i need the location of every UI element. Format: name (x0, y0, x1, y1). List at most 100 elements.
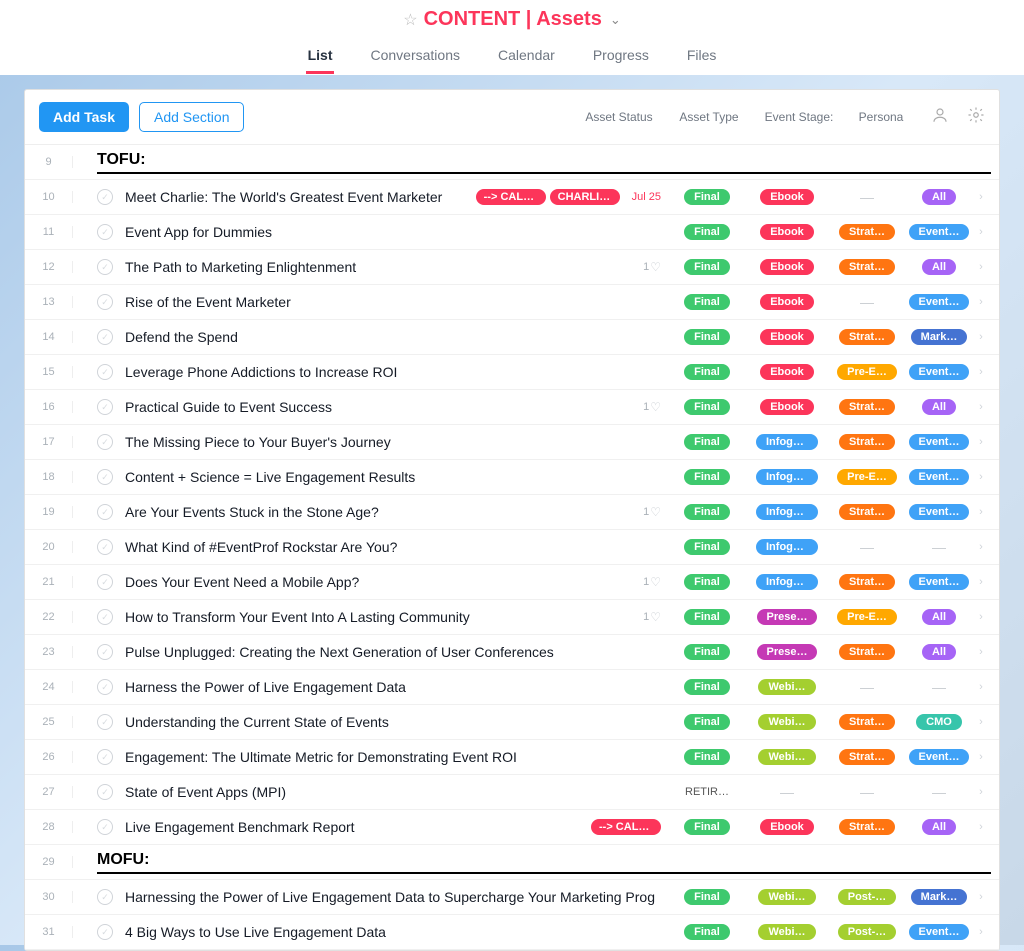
like-count[interactable]: 1♡ (643, 260, 661, 274)
task-name[interactable]: Meet Charlie: The World's Greatest Event… (125, 189, 476, 205)
asset-status-cell[interactable]: Final (667, 259, 747, 275)
event-stage-cell[interactable]: Strat… (827, 504, 907, 520)
event-stage-cell[interactable]: Pre-E… (827, 364, 907, 380)
persona-cell[interactable]: Event… (907, 364, 971, 380)
complete-check-icon[interactable] (97, 819, 113, 835)
section-label[interactable]: TOFU: (97, 151, 991, 174)
row-detail-caret-icon[interactable]: › (971, 751, 991, 763)
task-tag[interactable]: CHARLIE … (550, 189, 620, 205)
task-row[interactable]: 10Meet Charlie: The World's Greatest Eve… (25, 180, 999, 215)
row-detail-caret-icon[interactable]: › (971, 646, 991, 658)
persona-cell[interactable]: — (907, 679, 971, 695)
event-stage-cell[interactable]: Strat… (827, 329, 907, 345)
tab-files[interactable]: Files (685, 41, 719, 74)
like-count[interactable]: 1♡ (643, 575, 661, 589)
event-stage-cell[interactable]: — (827, 189, 907, 205)
asset-status-cell[interactable]: Final (667, 609, 747, 625)
persona-cell[interactable]: Event… (907, 924, 971, 940)
persona-cell[interactable]: Event… (907, 749, 971, 765)
add-task-button[interactable]: Add Task (39, 102, 129, 132)
asset-status-cell[interactable]: Final (667, 749, 747, 765)
task-row[interactable]: 19Are Your Events Stuck in the Stone Age… (25, 495, 999, 530)
complete-check-icon[interactable] (97, 889, 113, 905)
asset-type-cell[interactable]: Webi… (747, 714, 827, 730)
task-row[interactable]: 28Live Engagement Benchmark Report--> CA… (25, 810, 999, 845)
row-detail-caret-icon[interactable]: › (971, 401, 991, 413)
add-section-button[interactable]: Add Section (139, 102, 245, 132)
event-stage-cell[interactable]: Strat… (827, 749, 907, 765)
row-detail-caret-icon[interactable]: › (971, 296, 991, 308)
row-detail-caret-icon[interactable]: › (971, 436, 991, 448)
due-date[interactable]: Jul 25 (632, 191, 661, 203)
task-row[interactable]: 22How to Transform Your Event Into A Las… (25, 600, 999, 635)
task-row[interactable]: 26Engagement: The Ultimate Metric for De… (25, 740, 999, 775)
complete-check-icon[interactable] (97, 924, 113, 940)
complete-check-icon[interactable] (97, 434, 113, 450)
asset-type-cell[interactable]: Prese… (747, 609, 827, 625)
row-detail-caret-icon[interactable]: › (971, 541, 991, 553)
event-stage-cell[interactable]: Post-… (827, 924, 907, 940)
persona-cell[interactable]: All (907, 819, 971, 835)
asset-type-cell[interactable]: Ebook (747, 259, 827, 275)
persona-cell[interactable]: Event… (907, 574, 971, 590)
asset-status-cell[interactable]: Final (667, 819, 747, 835)
persona-cell[interactable]: All (907, 189, 971, 205)
task-name[interactable]: Pulse Unplugged: Creating the Next Gener… (125, 644, 667, 660)
persona-cell[interactable]: — (907, 539, 971, 555)
settings-gear-icon[interactable] (967, 106, 985, 129)
row-detail-caret-icon[interactable]: › (971, 331, 991, 343)
complete-check-icon[interactable] (97, 574, 113, 590)
asset-status-cell[interactable]: Final (667, 574, 747, 590)
row-detail-caret-icon[interactable]: › (971, 506, 991, 518)
persona-cell[interactable]: — (907, 784, 971, 800)
asset-type-cell[interactable]: Ebook (747, 224, 827, 240)
complete-check-icon[interactable] (97, 364, 113, 380)
row-detail-caret-icon[interactable]: › (971, 891, 991, 903)
task-row[interactable]: 27State of Event Apps (MPI)RETIR…———› (25, 775, 999, 810)
asset-type-cell[interactable]: Infogr… (747, 574, 827, 590)
asset-status-cell[interactable]: RETIR… (667, 786, 747, 798)
complete-check-icon[interactable] (97, 399, 113, 415)
asset-type-cell[interactable]: Infogr… (747, 434, 827, 450)
event-stage-cell[interactable]: Strat… (827, 224, 907, 240)
task-name[interactable]: The Missing Piece to Your Buyer's Journe… (125, 434, 667, 450)
asset-status-cell[interactable]: Final (667, 539, 747, 555)
row-detail-caret-icon[interactable]: › (971, 261, 991, 273)
row-detail-caret-icon[interactable]: › (971, 926, 991, 938)
row-detail-caret-icon[interactable]: › (971, 716, 991, 728)
asset-status-cell[interactable]: Final (667, 329, 747, 345)
favorite-star-icon[interactable]: ☆ (403, 10, 417, 30)
task-row[interactable]: 25Understanding the Current State of Eve… (25, 705, 999, 740)
row-detail-caret-icon[interactable]: › (971, 191, 991, 203)
asset-type-cell[interactable]: Ebook (747, 819, 827, 835)
complete-check-icon[interactable] (97, 784, 113, 800)
complete-check-icon[interactable] (97, 469, 113, 485)
complete-check-icon[interactable] (97, 609, 113, 625)
row-detail-caret-icon[interactable]: › (971, 611, 991, 623)
task-name[interactable]: Defend the Spend (125, 329, 667, 345)
like-count[interactable]: 1♡ (643, 610, 661, 624)
persona-cell[interactable]: All (907, 259, 971, 275)
task-row[interactable]: 14Defend the SpendFinalEbookStrat…Mark…› (25, 320, 999, 355)
task-name[interactable]: Live Engagement Benchmark Report (125, 819, 591, 835)
asset-type-cell[interactable]: Webi… (747, 679, 827, 695)
event-stage-cell[interactable]: Strat… (827, 574, 907, 590)
asset-status-cell[interactable]: Final (667, 924, 747, 940)
task-name[interactable]: Harnessing the Power of Live Engagement … (125, 889, 667, 905)
task-name[interactable]: The Path to Marketing Enlightenment (125, 259, 643, 275)
event-stage-cell[interactable]: Strat… (827, 819, 907, 835)
complete-check-icon[interactable] (97, 504, 113, 520)
complete-check-icon[interactable] (97, 714, 113, 730)
complete-check-icon[interactable] (97, 259, 113, 275)
title-dropdown-icon[interactable]: ⌄ (610, 12, 621, 28)
event-stage-cell[interactable]: Strat… (827, 434, 907, 450)
task-name[interactable]: Rise of the Event Marketer (125, 294, 667, 310)
task-row[interactable]: 11Event App for DummiesFinalEbookStrat…E… (25, 215, 999, 250)
asset-type-cell[interactable]: Webi… (747, 889, 827, 905)
like-count[interactable]: 1♡ (643, 505, 661, 519)
task-name[interactable]: How to Transform Your Event Into A Lasti… (125, 609, 643, 625)
task-row[interactable]: 16Practical Guide to Event Success1♡Fina… (25, 390, 999, 425)
task-row[interactable]: 20What Kind of #EventProf Rockstar Are Y… (25, 530, 999, 565)
complete-check-icon[interactable] (97, 294, 113, 310)
task-name[interactable]: Are Your Events Stuck in the Stone Age? (125, 504, 643, 520)
